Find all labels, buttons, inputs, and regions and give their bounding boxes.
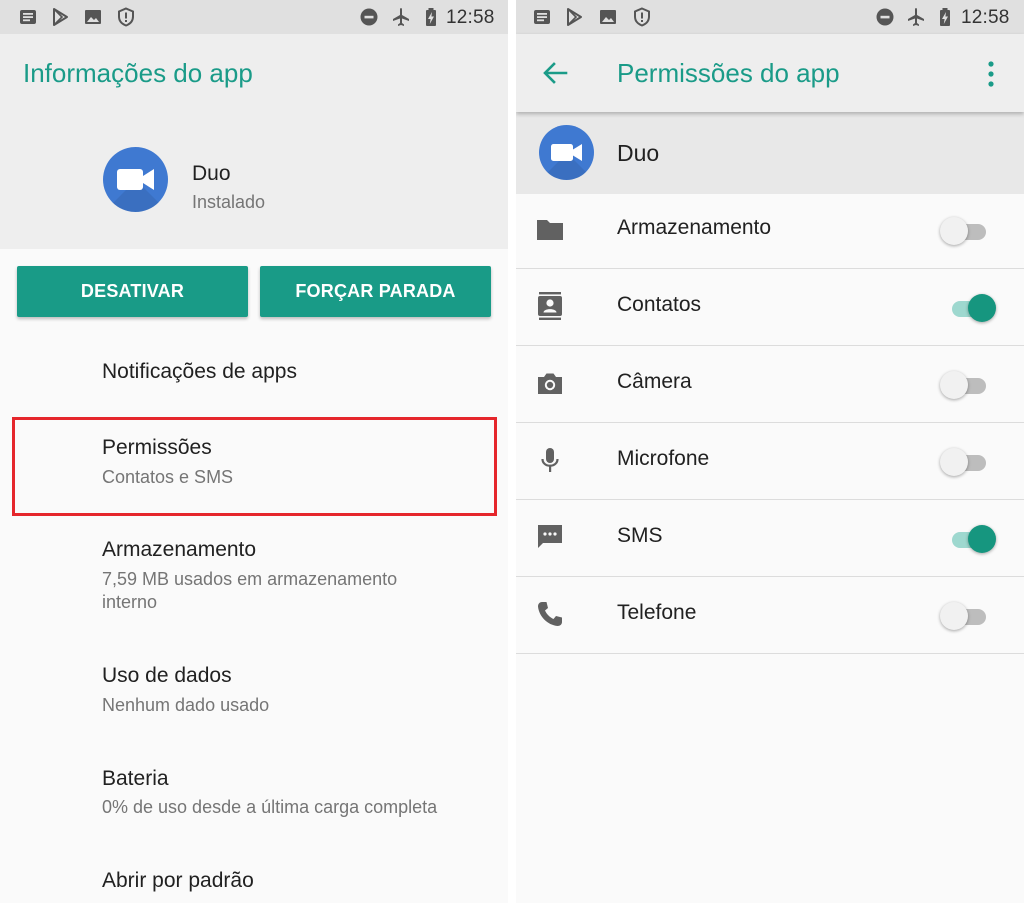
do-not-disturb-icon bbox=[360, 8, 378, 26]
app-permissions-screen: 12:58 Permissões do app Duo Armazenament… bbox=[516, 0, 1024, 903]
battery-charging-icon bbox=[940, 8, 950, 26]
shield-alert-icon bbox=[634, 7, 650, 27]
duo-app-icon bbox=[103, 147, 168, 212]
permission-label: Câmera bbox=[617, 370, 692, 393]
permission-row-microphone[interactable]: Microfone bbox=[516, 423, 1024, 500]
permission-toggle-contacts[interactable] bbox=[940, 293, 998, 323]
permission-row-phone[interactable]: Telefone bbox=[516, 577, 1024, 654]
do-not-disturb-icon bbox=[876, 8, 894, 26]
highlight-box bbox=[12, 417, 497, 516]
microphone-icon bbox=[541, 448, 559, 472]
app-status: Instalado bbox=[192, 192, 266, 212]
list-item-title: Uso de dados bbox=[102, 664, 232, 687]
sms-icon bbox=[538, 525, 562, 548]
app-row: Duo bbox=[516, 112, 1024, 194]
force-stop-button[interactable]: FORÇAR PARADA bbox=[260, 266, 491, 317]
airplane-mode-icon bbox=[908, 8, 924, 26]
permission-toggle-sms[interactable] bbox=[940, 524, 998, 554]
page-title: Informações do app bbox=[23, 58, 253, 88]
permission-label: Armazenamento bbox=[617, 216, 772, 239]
shield-alert-icon bbox=[118, 7, 134, 27]
list-item-subtitle: 0% de uso desde a última carga completa bbox=[102, 797, 438, 817]
list-item-title: Bateria bbox=[102, 767, 169, 790]
airplane-mode-icon bbox=[393, 8, 409, 26]
battery-charging-icon bbox=[426, 8, 436, 26]
play-store-icon bbox=[567, 8, 582, 26]
permission-row-camera[interactable]: Câmera bbox=[516, 346, 1024, 423]
permission-label: Telefone bbox=[617, 601, 697, 624]
list-item-title: Abrir por padrão bbox=[102, 869, 254, 892]
list-item-subtitle: 7,59 MB usados em armazenamento interno bbox=[102, 569, 398, 612]
permission-row-sms[interactable]: SMS bbox=[516, 500, 1024, 577]
status-time: 12:58 bbox=[446, 7, 495, 28]
app-name: Duo bbox=[192, 162, 231, 185]
permission-toggle-phone[interactable] bbox=[940, 601, 998, 631]
folder-icon bbox=[537, 220, 563, 240]
permission-toggle-storage[interactable] bbox=[940, 216, 998, 246]
list-item-title: Armazenamento bbox=[102, 538, 257, 561]
list-item-title: Notificações de apps bbox=[102, 360, 297, 383]
play-store-icon bbox=[53, 8, 68, 26]
contacts-icon bbox=[538, 292, 562, 320]
notification-message-icon bbox=[20, 10, 36, 24]
permission-label: Microfone bbox=[617, 447, 710, 470]
disable-button[interactable]: DESATIVAR bbox=[17, 266, 248, 317]
screen-divider bbox=[508, 0, 516, 903]
toolbar: Permissões do app bbox=[516, 34, 1024, 112]
permission-label: Contatos bbox=[617, 293, 702, 316]
status-bar: 12:58 bbox=[516, 0, 1024, 34]
image-icon bbox=[600, 10, 616, 24]
permission-row-storage[interactable]: Armazenamento bbox=[516, 192, 1024, 269]
status-time: 12:58 bbox=[961, 7, 1010, 28]
list-item-subtitle: Nenhum dado usado bbox=[102, 695, 270, 715]
permission-row-contacts[interactable]: Contatos bbox=[516, 269, 1024, 346]
video-camera-icon bbox=[551, 144, 582, 161]
app-name: Duo bbox=[617, 140, 660, 166]
phone-icon bbox=[538, 602, 562, 626]
back-arrow-icon[interactable] bbox=[542, 62, 568, 84]
camera-icon bbox=[538, 373, 562, 394]
page-title: Permissões do app bbox=[617, 58, 840, 88]
image-icon bbox=[85, 10, 101, 24]
app-info-screen: 12:58 Informações do app Duo Instalado D… bbox=[0, 0, 508, 903]
status-bar: 12:58 bbox=[0, 0, 508, 34]
more-options-icon[interactable] bbox=[988, 61, 994, 87]
notification-message-icon bbox=[534, 10, 550, 24]
permission-label: SMS bbox=[617, 524, 663, 547]
video-camera-icon bbox=[117, 169, 154, 190]
duo-app-icon bbox=[539, 125, 594, 180]
app-header: Informações do app Duo Instalado bbox=[0, 34, 508, 249]
permission-toggle-microphone[interactable] bbox=[940, 447, 998, 477]
permission-toggle-camera[interactable] bbox=[940, 370, 998, 400]
